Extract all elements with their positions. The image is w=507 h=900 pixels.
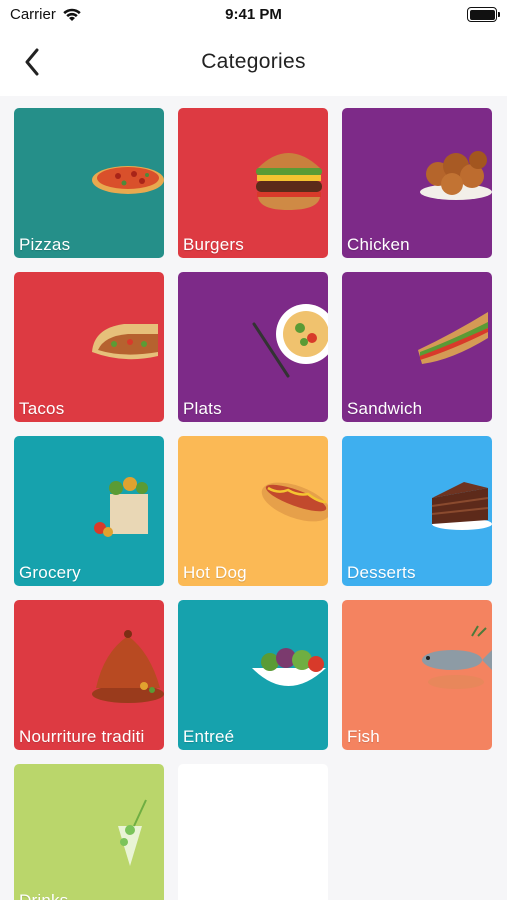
category-label: Hot Dog <box>183 563 247 582</box>
category-tile-hot-dog[interactable]: Hot Dog <box>178 436 328 586</box>
category-tile-tacos[interactable]: Tacos <box>14 272 164 422</box>
category-label: Plats <box>183 399 222 418</box>
hotdog-icon <box>248 458 328 548</box>
category-tile-pizzas[interactable]: Pizzas <box>14 108 164 258</box>
category-tile-burgers[interactable]: Burgers <box>178 108 328 258</box>
category-tile-drinks[interactable]: Drinks <box>14 764 164 900</box>
plate-icon <box>248 294 328 384</box>
tajine-icon <box>84 622 164 712</box>
category-grid: Pizzas Burgers Chicken Tacos Plats Sandwich Gr… <box>14 108 492 900</box>
category-label: Nourriture traditi <box>19 727 145 746</box>
cake-icon <box>412 458 492 548</box>
category-tile-nourriture-traditi[interactable]: Nourriture traditi <box>14 600 164 750</box>
burger-icon <box>248 130 328 220</box>
salad-icon <box>248 622 328 712</box>
category-tile-chicken[interactable]: Chicken <box>342 108 492 258</box>
category-label: Sandwich <box>347 399 423 418</box>
category-label: Grocery <box>19 563 81 582</box>
category-label: Chicken <box>347 235 410 254</box>
category-label: Burgers <box>183 235 244 254</box>
category-label: Entreé <box>183 727 235 746</box>
grocery-bag-icon <box>84 458 164 548</box>
drink-icon <box>84 786 164 876</box>
categories-content[interactable]: Pizzas Burgers Chicken Tacos Plats Sandwich Gr… <box>0 96 507 900</box>
category-tile-sandwich[interactable]: Sandwich <box>342 272 492 422</box>
nav-bar: Categories <box>0 30 507 96</box>
battery-icon <box>467 7 500 22</box>
category-tile-plats[interactable]: Plats <box>178 272 328 422</box>
fish-icon <box>412 622 492 712</box>
category-label: Desserts <box>347 563 416 582</box>
page-title: Categories <box>201 50 306 73</box>
category-tile-entre-[interactable]: Entreé <box>178 600 328 750</box>
sandwich-icon <box>412 294 492 384</box>
category-tile-fish[interactable]: Fish <box>342 600 492 750</box>
category-tile-placeholder <box>178 764 328 900</box>
status-time: 9:41 PM <box>225 6 282 23</box>
status-bar: Carrier 9:41 PM <box>0 0 507 30</box>
category-label: Drinks <box>19 891 164 900</box>
category-label: Tacos <box>19 399 65 418</box>
category-label: Pizzas <box>19 235 71 254</box>
category-tile-desserts[interactable]: Desserts <box>342 436 492 586</box>
chicken-icon <box>412 130 492 220</box>
tacos-icon <box>84 294 164 384</box>
category-tile-grocery[interactable]: Grocery <box>14 436 164 586</box>
pizza-icon <box>84 130 164 220</box>
category-label: Fish <box>347 727 380 746</box>
